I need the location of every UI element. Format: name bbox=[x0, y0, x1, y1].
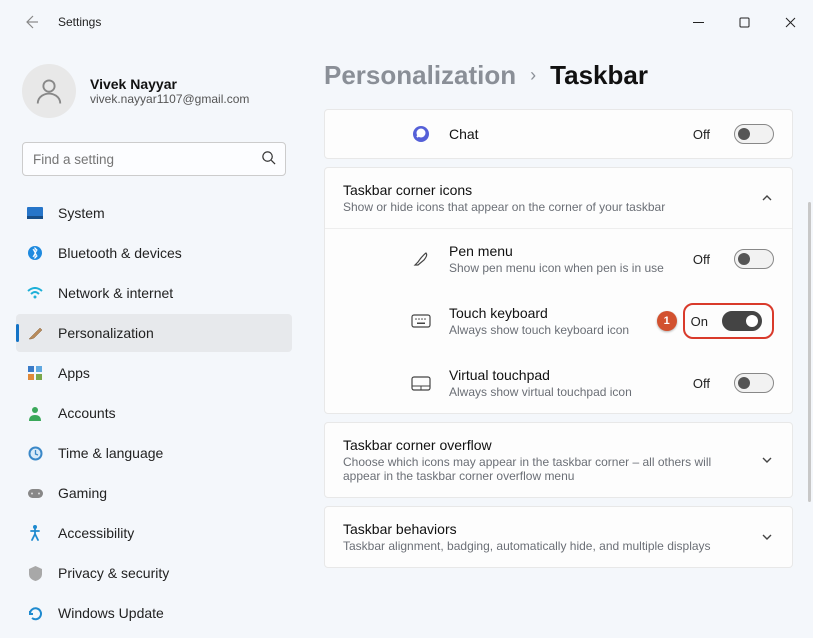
sidebar-item-label: Network & internet bbox=[58, 285, 173, 301]
pen-state: Off bbox=[693, 252, 710, 267]
behaviors-subtitle: Taskbar alignment, badging, automaticall… bbox=[343, 539, 760, 553]
chat-row[interactable]: Chat Off bbox=[325, 110, 792, 158]
overflow-section[interactable]: Taskbar corner overflow Choose which ico… bbox=[324, 422, 793, 498]
sidebar-item-label: System bbox=[58, 205, 105, 221]
sidebar: Vivek Nayyar vivek.nayyar1107@gmail.com … bbox=[0, 44, 300, 638]
corner-icons-section: Taskbar corner icons Show or hide icons … bbox=[324, 167, 793, 414]
profile-name: Vivek Nayyar bbox=[90, 76, 249, 92]
shield-icon bbox=[26, 566, 44, 581]
chat-icon bbox=[409, 125, 433, 143]
vtouch-toggle[interactable] bbox=[734, 373, 774, 393]
sidebar-item-gaming[interactable]: Gaming bbox=[16, 474, 292, 512]
back-button[interactable] bbox=[16, 7, 46, 37]
touchpad-icon bbox=[409, 376, 433, 391]
bluetooth-icon bbox=[26, 245, 44, 261]
sidebar-item-label: Apps bbox=[58, 365, 90, 381]
section-title: Taskbar corner icons bbox=[343, 182, 760, 198]
callout-highlight: 1 On bbox=[683, 303, 774, 339]
gamepad-icon bbox=[26, 488, 44, 499]
maximize-button[interactable] bbox=[721, 2, 767, 42]
sidebar-item-label: Bluetooth & devices bbox=[58, 245, 182, 261]
sidebar-item-accounts[interactable]: Accounts bbox=[16, 394, 292, 432]
back-arrow-icon bbox=[23, 14, 39, 30]
close-button[interactable] bbox=[767, 2, 813, 42]
sidebar-item-windows-update[interactable]: Windows Update bbox=[16, 594, 292, 632]
apps-icon bbox=[26, 366, 44, 380]
keyboard-icon bbox=[409, 314, 433, 328]
chevron-up-icon bbox=[760, 191, 774, 205]
touch-sub: Always show touch keyboard icon bbox=[449, 323, 667, 337]
corner-icons-header[interactable]: Taskbar corner icons Show or hide icons … bbox=[325, 168, 792, 228]
breadcrumb-current: Taskbar bbox=[550, 60, 648, 91]
chat-state: Off bbox=[693, 127, 710, 142]
behaviors-title: Taskbar behaviors bbox=[343, 521, 760, 537]
update-icon bbox=[26, 606, 44, 621]
clock-icon bbox=[26, 446, 44, 461]
behaviors-section[interactable]: Taskbar behaviors Taskbar alignment, bad… bbox=[324, 506, 793, 568]
chat-toggle[interactable] bbox=[734, 124, 774, 144]
touch-keyboard-row[interactable]: Touch keyboard Always show touch keyboar… bbox=[325, 289, 792, 353]
pen-title: Pen menu bbox=[449, 243, 677, 259]
sidebar-item-apps[interactable]: Apps bbox=[16, 354, 292, 392]
pen-menu-row[interactable]: Pen menu Show pen menu icon when pen is … bbox=[325, 229, 792, 289]
minimize-button[interactable] bbox=[675, 2, 721, 42]
touch-title: Touch keyboard bbox=[449, 305, 667, 321]
wifi-icon bbox=[26, 287, 44, 299]
sidebar-item-time-language[interactable]: Time & language bbox=[16, 434, 292, 472]
sidebar-item-label: Gaming bbox=[58, 485, 107, 501]
breadcrumb: Personalization › Taskbar bbox=[324, 60, 793, 91]
overflow-title: Taskbar corner overflow bbox=[343, 437, 760, 453]
scrollbar[interactable] bbox=[808, 202, 811, 502]
sidebar-item-network[interactable]: Network & internet bbox=[16, 274, 292, 312]
touch-state: On bbox=[691, 314, 708, 329]
vtouch-sub: Always show virtual touchpad icon bbox=[449, 385, 677, 399]
chevron-right-icon: › bbox=[530, 65, 536, 86]
chevron-down-icon bbox=[760, 530, 774, 544]
section-subtitle: Show or hide icons that appear on the co… bbox=[343, 200, 760, 214]
paintbrush-icon bbox=[26, 325, 44, 341]
avatar-icon bbox=[34, 76, 64, 106]
vtouch-state: Off bbox=[693, 376, 710, 391]
system-icon bbox=[26, 207, 44, 219]
main-content: Personalization › Taskbar Chat Off Taskb… bbox=[300, 44, 813, 638]
sidebar-item-personalization[interactable]: Personalization bbox=[16, 314, 292, 352]
sidebar-item-accessibility[interactable]: Accessibility bbox=[16, 514, 292, 552]
titlebar: Settings bbox=[0, 0, 813, 44]
sidebar-item-label: Personalization bbox=[58, 325, 154, 341]
window-controls bbox=[675, 2, 813, 42]
touch-toggle[interactable] bbox=[722, 311, 762, 331]
chat-label: Chat bbox=[449, 126, 677, 142]
pen-sub: Show pen menu icon when pen is in use bbox=[449, 261, 677, 275]
person-icon bbox=[26, 406, 44, 421]
profile-email: vivek.nayyar1107@gmail.com bbox=[90, 92, 249, 106]
sidebar-item-label: Accessibility bbox=[58, 525, 134, 541]
sidebar-item-privacy[interactable]: Privacy & security bbox=[16, 554, 292, 592]
sidebar-item-label: Time & language bbox=[58, 445, 163, 461]
sidebar-item-label: Privacy & security bbox=[58, 565, 169, 581]
vtouch-title: Virtual touchpad bbox=[449, 367, 677, 383]
avatar bbox=[22, 64, 76, 118]
chevron-down-icon bbox=[760, 453, 774, 467]
virtual-touchpad-row[interactable]: Virtual touchpad Always show virtual tou… bbox=[325, 353, 792, 413]
breadcrumb-parent[interactable]: Personalization bbox=[324, 60, 516, 91]
search-input[interactable] bbox=[22, 142, 286, 176]
search-icon bbox=[261, 150, 276, 165]
pen-toggle[interactable] bbox=[734, 249, 774, 269]
sidebar-item-label: Accounts bbox=[58, 405, 116, 421]
profile-block[interactable]: Vivek Nayyar vivek.nayyar1107@gmail.com bbox=[16, 56, 292, 136]
overflow-subtitle: Choose which icons may appear in the tas… bbox=[343, 455, 723, 483]
sidebar-item-bluetooth[interactable]: Bluetooth & devices bbox=[16, 234, 292, 272]
pen-icon bbox=[409, 250, 433, 268]
window-title: Settings bbox=[58, 15, 101, 29]
close-icon bbox=[785, 17, 796, 28]
sidebar-item-label: Windows Update bbox=[58, 605, 164, 621]
accessibility-icon bbox=[26, 525, 44, 541]
sidebar-item-system[interactable]: System bbox=[16, 194, 292, 232]
sidebar-nav: System Bluetooth & devices Network & int… bbox=[16, 194, 292, 632]
minimize-icon bbox=[693, 17, 704, 28]
callout-number: 1 bbox=[657, 311, 677, 331]
chat-row-card: Chat Off bbox=[324, 109, 793, 159]
maximize-icon bbox=[739, 17, 750, 28]
